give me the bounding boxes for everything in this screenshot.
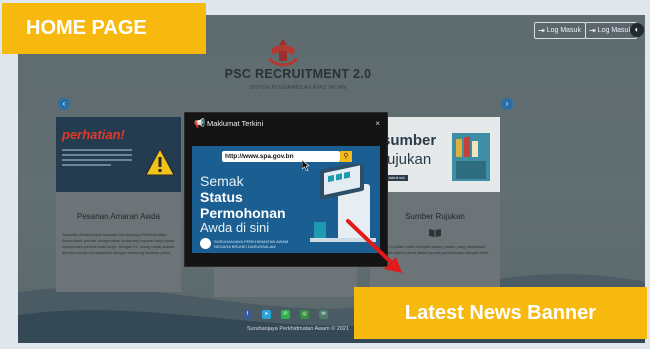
cursor-icon bbox=[302, 160, 310, 171]
card-reference-image: sumber rujukan Lihat di sini bbox=[370, 117, 500, 192]
books-illustration bbox=[452, 133, 490, 181]
modal-header: 📢 Maklumat Terkini × bbox=[185, 113, 387, 134]
megaphone-icon: 📢 bbox=[194, 118, 206, 128]
instagram-icon[interactable]: ◎ bbox=[300, 310, 309, 319]
banner-line-3: Permohonan bbox=[200, 205, 286, 221]
login-button[interactable]: ⇥ Log Masuk bbox=[534, 22, 586, 39]
search-icon: ⚲ bbox=[340, 151, 352, 162]
url-bar: http://www.spa.gov.bn bbox=[222, 151, 340, 162]
crest-logo bbox=[268, 39, 298, 67]
banner-line-2: Status bbox=[200, 189, 243, 205]
accessibility-icon[interactable]: ◐ bbox=[630, 23, 644, 37]
banner-footer: SURUHANJAYA PERKHIDMATAN AWAM NEGARA BRU… bbox=[214, 239, 289, 249]
whatsapp-icon[interactable]: ✆ bbox=[281, 310, 290, 319]
email-icon[interactable]: ✉ bbox=[319, 310, 328, 319]
login-icon: ⇥ bbox=[538, 26, 545, 35]
carousel-prev-button[interactable]: ‹ bbox=[58, 98, 70, 110]
carousel-next-button[interactable]: › bbox=[501, 98, 513, 110]
page-subtitle: SISTEM PENGAMBILAN ATAS TALIAN bbox=[249, 85, 347, 91]
red-arrow-icon bbox=[346, 219, 402, 273]
warning-icon bbox=[145, 147, 175, 176]
card-warning-image: perhatian! bbox=[56, 117, 181, 192]
close-icon[interactable]: × bbox=[375, 113, 380, 134]
card-warning-title: Pesanan Amaran Awda bbox=[76, 212, 161, 221]
login-icon: ⇥ bbox=[589, 26, 596, 35]
page-title: PSC RECRUITMENT 2.0 bbox=[224, 67, 372, 81]
latest-news-label: Latest News Banner bbox=[354, 287, 647, 339]
banner-line-4: Awda di sini bbox=[200, 220, 270, 235]
modal-title: Maklumat Terkini bbox=[207, 119, 264, 128]
seal-icon bbox=[200, 238, 211, 249]
card-warning-text: Sukacita dimaklumkan bahawa Suruhanjaya … bbox=[62, 232, 175, 255]
card-warning[interactable]: perhatian! Pesanan Amaran Awda Sukacita … bbox=[56, 117, 181, 292]
telegram-icon[interactable]: ➤ bbox=[262, 310, 271, 319]
banner-line-1: Semak bbox=[200, 173, 244, 189]
facebook-icon[interactable]: f bbox=[243, 310, 252, 319]
home-page-label: HOME PAGE bbox=[2, 3, 206, 54]
book-icon bbox=[429, 229, 441, 237]
